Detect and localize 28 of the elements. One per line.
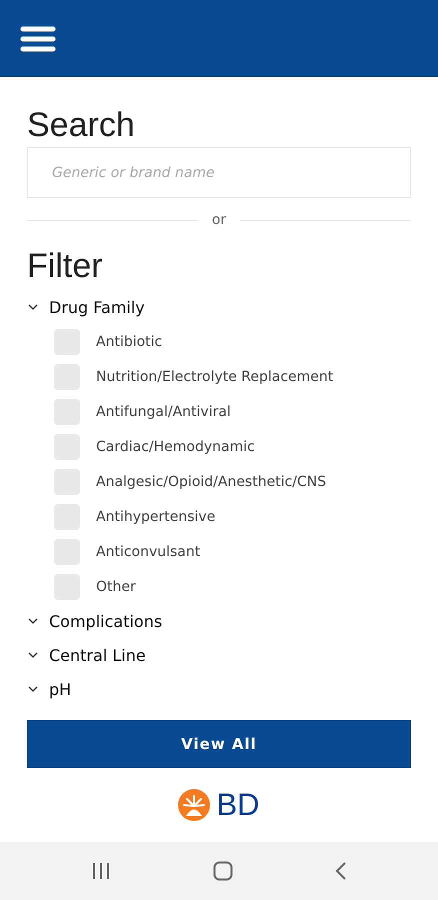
menu-icon	[20, 26, 56, 52]
or-divider-text: or	[212, 212, 226, 228]
logo-text: BD	[216, 787, 260, 823]
home-icon	[213, 861, 233, 881]
checkbox-label: Cardiac/Hemodynamic	[96, 438, 255, 454]
search-field[interactable]: Generic or brand name	[27, 147, 411, 198]
chevron-down-icon	[27, 617, 39, 625]
checkbox-label: Anticonvulsant	[96, 544, 200, 560]
checkbox-label: Nutrition/Electrolyte Replacement	[96, 368, 334, 384]
filter-section-header[interactable]: pH	[49, 680, 72, 698]
sunburst-logo-icon	[178, 789, 210, 821]
menu-button[interactable]	[20, 26, 56, 52]
back-icon	[335, 861, 347, 881]
checkbox-label: Antibiotic	[96, 334, 162, 350]
chevron-down-icon	[27, 651, 39, 659]
checkbox-label: Other	[96, 578, 136, 594]
chevron-down-icon	[27, 303, 39, 311]
view-all-button[interactable]: View All	[27, 720, 411, 768]
search-title: Search	[27, 105, 136, 146]
filter-section-header[interactable]: Complications	[49, 612, 162, 630]
filter-title: Filter	[27, 246, 104, 287]
checkbox-label: Antifungal/Antiviral	[96, 404, 231, 420]
filter-section-header[interactable]: Drug Family	[49, 298, 145, 316]
checkbox-label: Antihypertensive	[96, 508, 216, 524]
recent-apps-icon	[91, 862, 111, 880]
chevron-down-icon	[27, 685, 39, 693]
checkbox-label: Analgesic/Opioid/Anesthetic/CNS	[96, 474, 326, 490]
filter-section-header[interactable]: Central Line	[49, 646, 146, 664]
